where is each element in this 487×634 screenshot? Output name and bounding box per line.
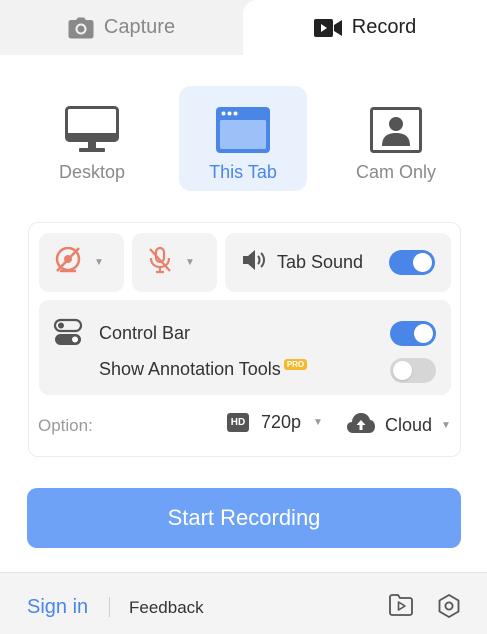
- mode-cam-only[interactable]: Cam Only: [332, 86, 460, 191]
- mode-this-tab[interactable]: This Tab: [179, 86, 307, 191]
- tab-capture[interactable]: Capture: [0, 0, 243, 55]
- recording-mode-selector: Desktop This Tab Cam Only: [0, 86, 487, 191]
- toggle-knob: [413, 253, 432, 272]
- microphone-off-icon: [147, 246, 173, 279]
- resolution-dropdown[interactable]: HD 720p ▼: [227, 412, 323, 433]
- resolution-value: 720p: [261, 412, 302, 432]
- mode-this-tab-label: This Tab: [209, 162, 277, 182]
- toggle-knob: [414, 324, 433, 343]
- video-folder-icon[interactable]: [388, 593, 414, 622]
- mode-desktop[interactable]: Desktop: [28, 86, 156, 191]
- option-label: Option:: [38, 416, 93, 435]
- control-bar-label: Control Bar: [99, 323, 191, 343]
- chevron-down-icon: ▼: [185, 257, 195, 268]
- sign-in-link[interactable]: Sign in: [27, 596, 88, 619]
- toggle-knob: [393, 361, 412, 380]
- pro-badge: PRO: [283, 359, 308, 370]
- camera-dropdown[interactable]: ▼: [39, 233, 124, 292]
- camera-off-icon: [54, 246, 82, 278]
- settings-icon[interactable]: [437, 593, 461, 624]
- portrait-icon: [370, 100, 422, 160]
- save-destination-dropdown[interactable]: Cloud ▼: [346, 412, 451, 439]
- control-options-box: Control Bar Show Annotation Tools PRO: [39, 300, 451, 395]
- mode-cam-only-label: Cam Only: [355, 162, 436, 182]
- annotation-tools-label: Show Annotation Tools: [99, 359, 281, 379]
- mode-tab-bar: Capture Record: [0, 0, 487, 55]
- recording-options-card: ▼ ▼ Tab Sound Control Bar Show Annotatio…: [28, 222, 461, 457]
- destination-value: Cloud: [385, 415, 433, 435]
- start-recording-button[interactable]: Start Recording: [27, 488, 461, 548]
- monitor-icon: [65, 100, 119, 160]
- tab-sound-option: Tab Sound: [225, 233, 451, 292]
- feedback-link[interactable]: Feedback: [129, 598, 204, 618]
- control-bar-icon: [53, 318, 83, 353]
- tab-record-label: Record: [351, 16, 417, 38]
- mode-desktop-label: Desktop: [58, 162, 126, 182]
- browser-tab-icon: [216, 100, 270, 160]
- microphone-dropdown[interactable]: ▼: [132, 233, 217, 292]
- cloud-upload-icon: [346, 412, 376, 439]
- chevron-down-icon: ▼: [313, 417, 323, 428]
- chevron-down-icon: ▼: [94, 257, 104, 268]
- annotation-tools-toggle[interactable]: [390, 358, 436, 383]
- speaker-icon: [241, 248, 269, 277]
- tab-sound-label: Tab Sound: [277, 252, 364, 272]
- chevron-down-icon: ▼: [441, 420, 451, 431]
- video-camera-icon: [313, 18, 342, 37]
- control-bar-toggle[interactable]: [390, 321, 436, 346]
- tab-sound-toggle[interactable]: [389, 250, 435, 275]
- footer: Sign in Feedback: [0, 572, 487, 634]
- tab-record[interactable]: Record: [243, 0, 487, 55]
- footer-divider: [109, 597, 110, 617]
- annotation-tools-row: Show Annotation Tools PRO: [99, 359, 308, 380]
- option-row: Option: HD 720p ▼ Cloud ▼: [29, 406, 462, 446]
- tab-capture-label: Capture: [103, 16, 176, 38]
- camera-icon: [68, 17, 94, 39]
- hd-icon: HD: [227, 413, 249, 432]
